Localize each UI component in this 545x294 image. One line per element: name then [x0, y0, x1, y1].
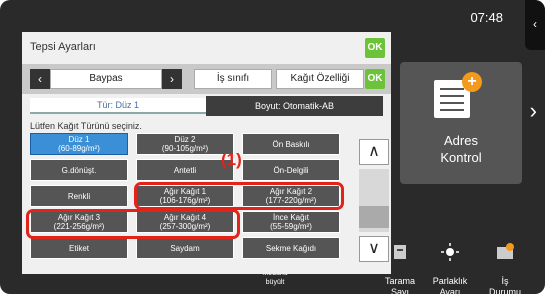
- counter-icon: [394, 245, 406, 259]
- paper-type-name: İnce Kağıt: [272, 213, 310, 222]
- chevron-right-icon[interactable]: ›: [530, 98, 537, 124]
- paper-type-button[interactable]: Antetli: [136, 159, 234, 181]
- dialog-title: Tepsi Ayarları: [30, 41, 96, 53]
- paper-type-button[interactable]: Düz 2 (90-105g/m²): [136, 133, 234, 155]
- brightness-button[interactable]: Parlaklık Ayarı: [425, 232, 475, 294]
- paper-type-weight: (55-59g/m²): [270, 222, 312, 231]
- scrollbar[interactable]: [359, 169, 389, 232]
- paper-type-name: Antetli: [173, 165, 197, 175]
- paper-type-name: G.dönüşt.: [61, 165, 97, 175]
- callout-highlight-top: [134, 182, 344, 210]
- next-tray-button[interactable]: ›: [162, 69, 182, 89]
- paper-type-weight: (90-105g/m²): [161, 144, 209, 153]
- paper-type-button[interactable]: Renkli: [30, 185, 128, 207]
- paper-type-name: Renkli: [67, 191, 91, 201]
- paper-type-name: Saydam: [170, 243, 200, 253]
- paper-type-name: Düz 2: [174, 135, 196, 144]
- paper-properties-button[interactable]: Kağıt Özelliği: [276, 69, 364, 89]
- paper-type-name: Düz 1: [68, 135, 90, 144]
- paper-type-name: Ön-Delgili: [273, 165, 309, 175]
- paper-type-name: Sekme Kağıdı: [265, 243, 317, 253]
- tray-select-button[interactable]: Baypas: [50, 69, 162, 89]
- tray-tab-row: ‹ Baypas › İş sınıfı Kağıt Özelliği OK: [22, 64, 391, 94]
- size-info-tab[interactable]: Boyut: Otomatik-AB: [206, 96, 383, 116]
- scroll-up-button[interactable]: ∧: [359, 139, 389, 165]
- paper-type-button[interactable]: Etiket: [30, 237, 128, 259]
- callout-number: (1): [221, 150, 242, 169]
- brightness-label: Parlaklık Ayarı: [432, 276, 468, 294]
- brightness-icon: [441, 243, 459, 261]
- prompt-text: Lütfen Kağıt Türünü seçiniz.: [30, 121, 142, 131]
- paper-type-button[interactable]: Ön Baskılı: [242, 133, 340, 155]
- clock: 07:48: [470, 10, 503, 25]
- add-icon: +: [462, 72, 482, 92]
- tile-label: Adres Kontrol: [440, 133, 482, 165]
- prev-tray-button[interactable]: ‹: [30, 69, 50, 89]
- paper-ok-button[interactable]: OK: [365, 69, 385, 89]
- callout-highlight-bottom: [26, 209, 240, 239]
- paper-type-button[interactable]: Sekme Kağıdı: [242, 237, 340, 259]
- job-status-label: İş Durumu: [488, 276, 521, 294]
- job-class-button[interactable]: İş sınıfı: [194, 69, 272, 89]
- dialog-ok-button[interactable]: OK: [365, 38, 385, 58]
- paper-type-button[interactable]: Saydam: [136, 237, 234, 259]
- paper-type-name: Ön Baskılı: [272, 139, 310, 149]
- scroll-down-button[interactable]: ∨: [359, 236, 389, 262]
- collapse-icon[interactable]: ‹: [525, 0, 545, 50]
- paper-type-button[interactable]: Düz 1 (60-89g/m²): [30, 133, 128, 155]
- paper-type-name: Etiket: [68, 243, 89, 253]
- paper-type-button[interactable]: G.dönüşt.: [30, 159, 128, 181]
- paper-type-button[interactable]: Ön-Delgili: [242, 159, 340, 181]
- scan-count-label: Tarama Sayı: [384, 276, 415, 294]
- scroll-thumb[interactable]: [359, 206, 389, 228]
- paper-type-weight: (60-89g/m²): [58, 144, 100, 153]
- type-info-tab[interactable]: Tür: Düz 1: [30, 98, 206, 114]
- address-control-tile[interactable]: + Adres Kontrol: [400, 62, 522, 184]
- job-status-button[interactable]: İş Durumu: [485, 232, 525, 294]
- job-status-icon: [497, 243, 514, 259]
- paper-type-button[interactable]: İnce Kağıt (55-59g/m²): [242, 211, 340, 233]
